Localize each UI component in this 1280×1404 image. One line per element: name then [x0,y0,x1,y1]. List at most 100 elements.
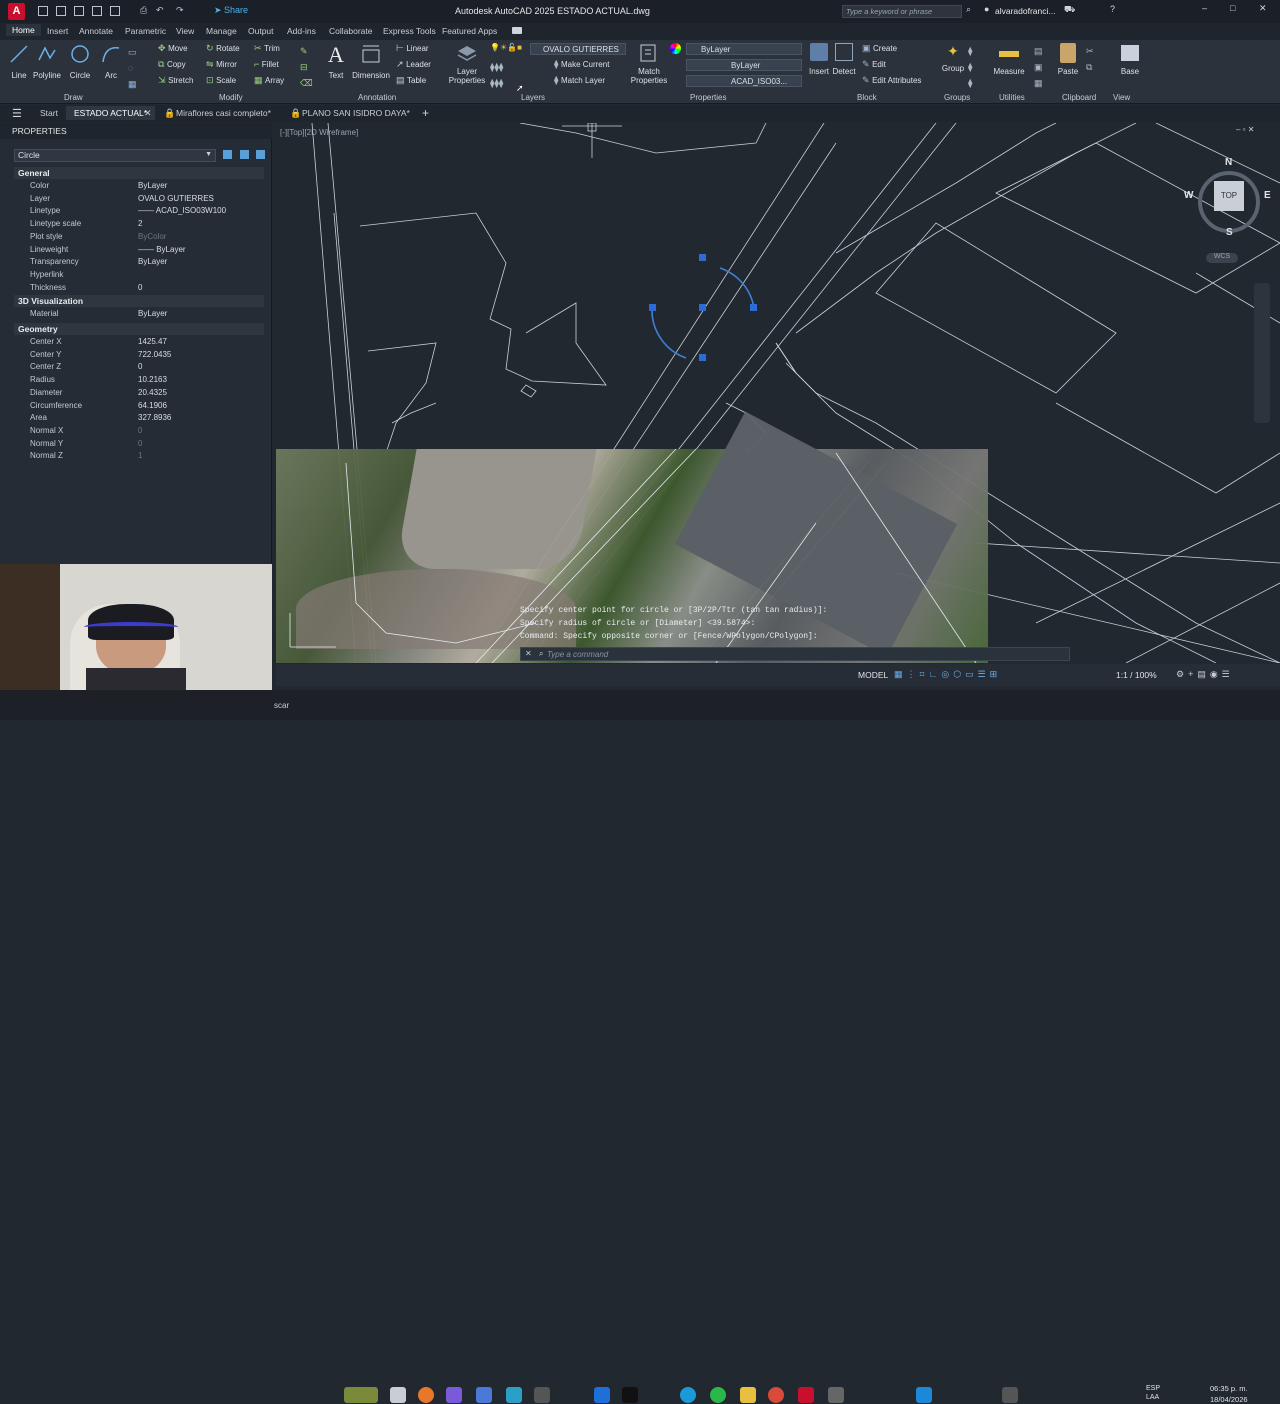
prop-value-plot-style[interactable]: ByColor [138,232,166,241]
status-right-icons[interactable]: ⚙+▤◉☰ [1176,669,1276,681]
draw-small-tools[interactable]: ▭ ◌ ▦ [128,44,150,89]
prop-value-normal-y[interactable]: 0 [138,439,142,448]
app-icon-1[interactable] [446,1387,462,1403]
tab-featured-apps[interactable]: Featured Apps [442,26,497,36]
new-icon[interactable] [38,6,48,16]
grip-bottom[interactable] [699,354,706,361]
prop-value-linetype-scale[interactable]: 2 [138,219,142,228]
color-wheel-icon[interactable] [670,43,681,54]
match-properties-button[interactable]: Match Properties [630,43,668,85]
ribbon-toggle-icon[interactable] [512,27,522,34]
tab-add-ins[interactable]: Add-ins [287,26,316,36]
clipboard-small-tools[interactable]: ✂ ⧉ [1086,43,1094,75]
prop-value-center-x[interactable]: 1425.47 [138,337,167,346]
mirror-button[interactable]: ⇋ Mirror [206,59,237,70]
annotation-panel-label[interactable]: Annotation [358,93,396,102]
layer-properties-button[interactable]: Layer Properties [448,43,486,85]
tab-express-tools[interactable]: Express Tools [383,26,436,36]
text-button[interactable]: A Text [325,42,347,80]
quick-access-toolbar[interactable]: ⎙ ↶ ↷ [38,5,208,17]
chrome-icon[interactable] [768,1387,784,1403]
trim-button[interactable]: ✂ Trim [254,43,280,54]
status-toggle-icons[interactable]: ▦⋮⌗∟◎⬡▭☰⊞ [894,669,1054,681]
model-space-button[interactable]: MODEL [858,670,888,680]
navigation-bar[interactable] [1254,283,1270,423]
layer-small-tools[interactable]: ⧫⧫⧫ ⧫⧫⧫ [490,59,503,91]
tab-close-icon[interactable]: ✕ [144,108,152,119]
block-panel-label[interactable]: Block [857,93,877,102]
group-button[interactable]: ✦ Group [940,43,966,73]
edit-block-button[interactable]: ✎ Edit [862,59,886,70]
section-general[interactable]: General [14,167,264,179]
prop-value-center-y[interactable]: 722.0435 [138,350,171,359]
taskbar-search-text[interactable]: scar [274,701,289,710]
prop-value-diameter[interactable]: 20.4325 [138,388,167,397]
prop-value-thickness[interactable]: 0 [138,283,142,292]
tab-start[interactable]: Start [40,108,58,118]
prop-value-linetype[interactable]: —— ACAD_ISO03W100 [138,206,226,215]
lineweight-dropdown[interactable]: ByLayer [686,59,802,71]
viewcube[interactable]: TOP N S E W [1184,157,1276,249]
autocad-taskbar-icon[interactable] [798,1387,814,1403]
rotate-button[interactable]: ↻ Rotate [206,43,240,54]
edge-icon[interactable] [680,1387,696,1403]
cart-icon[interactable]: ⛟ [1064,4,1075,16]
viewcube-south[interactable]: S [1226,227,1233,238]
search-box[interactable]: Type a keyword or phrase [842,5,962,18]
autocad-logo[interactable]: A [8,3,25,20]
utilities-panel-label[interactable]: Utilities [999,93,1025,102]
minimize-icon[interactable]: – [1202,3,1207,13]
object-type-select[interactable]: Circle ▼ [14,149,216,162]
task-view-icon[interactable] [390,1387,406,1403]
linear-button[interactable]: ⊢ Linear [396,43,429,54]
viewcube-north[interactable]: N [1225,157,1232,168]
annotation-scale[interactable]: 1:1 / 100% [1116,670,1157,680]
plot-icon[interactable]: ⎙ [140,5,147,16]
viewcube-top-face[interactable]: TOP [1214,181,1244,211]
app-icon-5[interactable] [594,1387,610,1403]
modify-panel-label[interactable]: Modify [219,93,243,102]
tab-manage[interactable]: Manage [206,26,237,36]
layers-panel-label[interactable]: Layers [521,93,545,102]
language-indicator[interactable]: ESP LAA [1146,1384,1160,1402]
make-current-button[interactable]: ⧫ Make Current [554,59,609,70]
insert-button[interactable]: Insert [808,43,830,76]
match-layer-button[interactable]: ⧫ Match Layer [554,75,605,86]
color-dropdown[interactable]: ByLayer [686,43,802,55]
save-as-icon[interactable] [92,6,102,16]
prop-value-lineweight[interactable]: —— ByLayer [138,245,186,254]
tab-estado-actual[interactable]: ESTADO ACTUAL* [66,106,156,120]
tab-view[interactable]: View [176,26,194,36]
redo-icon[interactable]: ↷ [176,5,184,16]
viewport-minimize-icon[interactable]: – ▫ ✕ [1236,125,1254,134]
command-settings-icon[interactable]: ⌕ [539,649,543,659]
grip-left[interactable] [649,304,656,311]
app-menu-icon[interactable]: ☰ [12,107,22,120]
maximize-icon[interactable]: □ [1230,3,1235,13]
linetype-dropdown[interactable]: ACAD_ISO03... [686,75,802,87]
circle-button[interactable]: Circle [66,44,94,82]
web-save-icon[interactable] [110,6,120,16]
app-icon-8[interactable] [1002,1387,1018,1403]
properties-panel-label[interactable]: Properties [690,93,726,102]
viewcube-west[interactable]: W [1184,190,1193,201]
create-block-button[interactable]: ▣ Create [862,43,897,54]
detect-button[interactable]: Detect [832,43,856,76]
viewport-controls-label[interactable]: [-][Top][2D Wireframe] [280,128,358,137]
current-layer-dropdown[interactable]: OVALO GUTIERRES [530,43,626,55]
viewcube-east[interactable]: E [1264,190,1271,201]
whatsapp-icon[interactable] [710,1387,726,1403]
move-button[interactable]: ✥ Move [158,43,188,54]
open-icon[interactable] [56,6,66,16]
app-icon-4[interactable] [534,1387,550,1403]
groups-panel-label[interactable]: Groups [944,93,970,102]
utilities-small-tools[interactable]: ▤ ▣ ▦ [1034,43,1043,91]
line-button[interactable]: Line [6,44,32,82]
prop-value-color[interactable]: ByLayer [138,181,167,190]
polyline-button[interactable]: Polyline [32,44,62,82]
share-button[interactable]: ➤ Share [214,5,248,16]
clock-date[interactable]: 18/04/2026 [1210,1395,1248,1404]
clipboard-panel-label[interactable]: Clipboard [1062,93,1096,102]
prop-value-layer[interactable]: OVALO GUTIERRES [138,194,214,203]
dimension-button[interactable]: Dimension [351,44,391,80]
